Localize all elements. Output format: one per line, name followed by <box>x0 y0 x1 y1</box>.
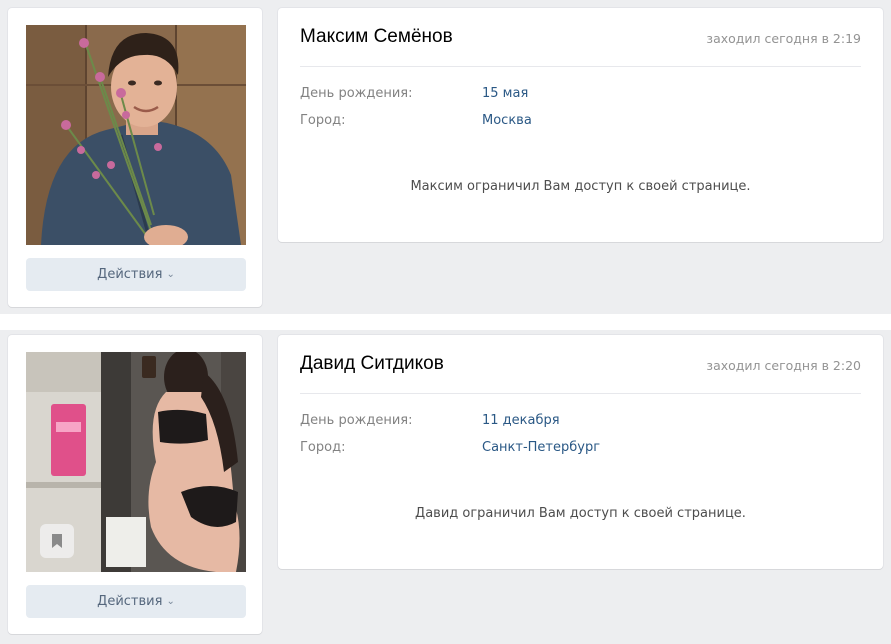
profile-name: Максим Семёнов <box>300 26 453 47</box>
profile-photo[interactable] <box>26 352 246 572</box>
actions-label: Действия <box>97 267 163 282</box>
actions-button[interactable]: Действия ⌄ <box>26 585 246 618</box>
profile-name: Давид Ситдиков <box>300 353 444 374</box>
profile-photo-card: Действия ⌄ <box>8 335 262 634</box>
chevron-down-icon: ⌄ <box>166 596 175 607</box>
profile-info-card: Максим Семёнов заходил сегодня в 2:19 Де… <box>278 8 883 242</box>
birthday-link[interactable]: 11 декабря <box>482 413 560 428</box>
chevron-down-icon: ⌄ <box>166 269 175 280</box>
header-separator <box>300 66 861 67</box>
city-label: Город: <box>300 440 346 455</box>
actions-label: Действия <box>97 594 163 609</box>
city-link[interactable]: Санкт-Петербург <box>482 440 600 455</box>
last-seen-status: заходил сегодня в 2:20 <box>706 358 861 373</box>
birthday-link[interactable]: 15 мая <box>482 86 528 101</box>
profile-photo-card: Действия ⌄ <box>8 8 262 307</box>
actions-button[interactable]: Действия ⌄ <box>26 258 246 291</box>
birthday-label: День рождения: <box>300 413 413 428</box>
header-separator <box>300 393 861 394</box>
profile-photo[interactable] <box>26 25 246 245</box>
birthday-label: День рождения: <box>300 86 413 101</box>
last-seen-status: заходил сегодня в 2:19 <box>706 31 861 46</box>
section-divider <box>0 314 891 330</box>
restricted-notice: Максим ограничил Вам доступ к своей стра… <box>410 179 751 194</box>
city-link[interactable]: Москва <box>482 113 532 128</box>
restricted-notice: Давид ограничил Вам доступ к своей стран… <box>415 506 746 521</box>
profile-info-card: Давид Ситдиков заходил сегодня в 2:20 Де… <box>278 335 883 569</box>
city-label: Город: <box>300 113 346 128</box>
bookmark-icon[interactable] <box>40 524 74 558</box>
